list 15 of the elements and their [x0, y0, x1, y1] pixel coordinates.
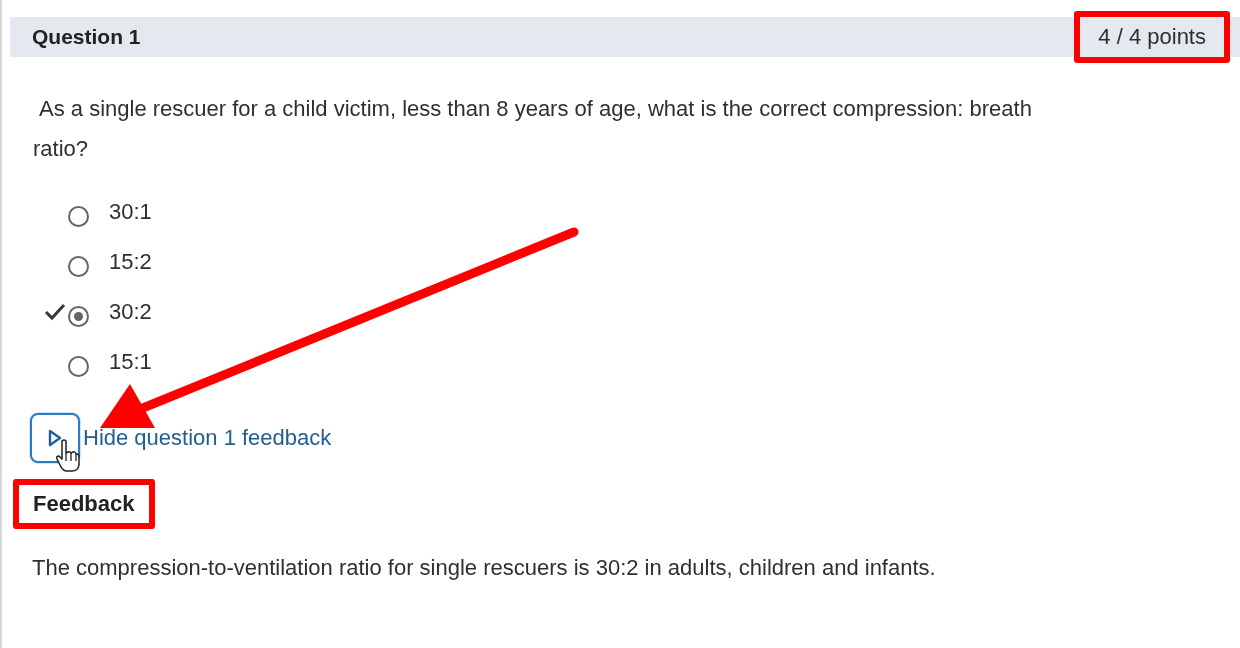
option-label: 30:1: [109, 199, 152, 225]
option-label: 15:1: [109, 349, 152, 375]
question-text: As a single rescuer for a child victim, less than 8 years of age, what is the correct compression: breath ratio?: [33, 95, 1033, 163]
feedback-toggle-link[interactable]: Hide question 1 feedback: [83, 425, 332, 451]
radio-button[interactable]: [68, 205, 89, 227]
feedback-heading: Feedback: [13, 479, 155, 529]
radio-button[interactable]: [68, 255, 89, 277]
option-label: 30:2: [109, 299, 152, 325]
question-score: 4 / 4 points: [1074, 11, 1230, 63]
radio-button[interactable]: [68, 305, 89, 327]
feedback-text: The compression-to-ventilation ratio for single rescuers is 30:2 in adults, children and infants.: [32, 555, 937, 581]
radio-button[interactable]: [68, 355, 89, 377]
triangle-icon: [48, 429, 62, 447]
question-title: Question 1: [32, 25, 141, 49]
option-label: 15:2: [109, 249, 152, 275]
